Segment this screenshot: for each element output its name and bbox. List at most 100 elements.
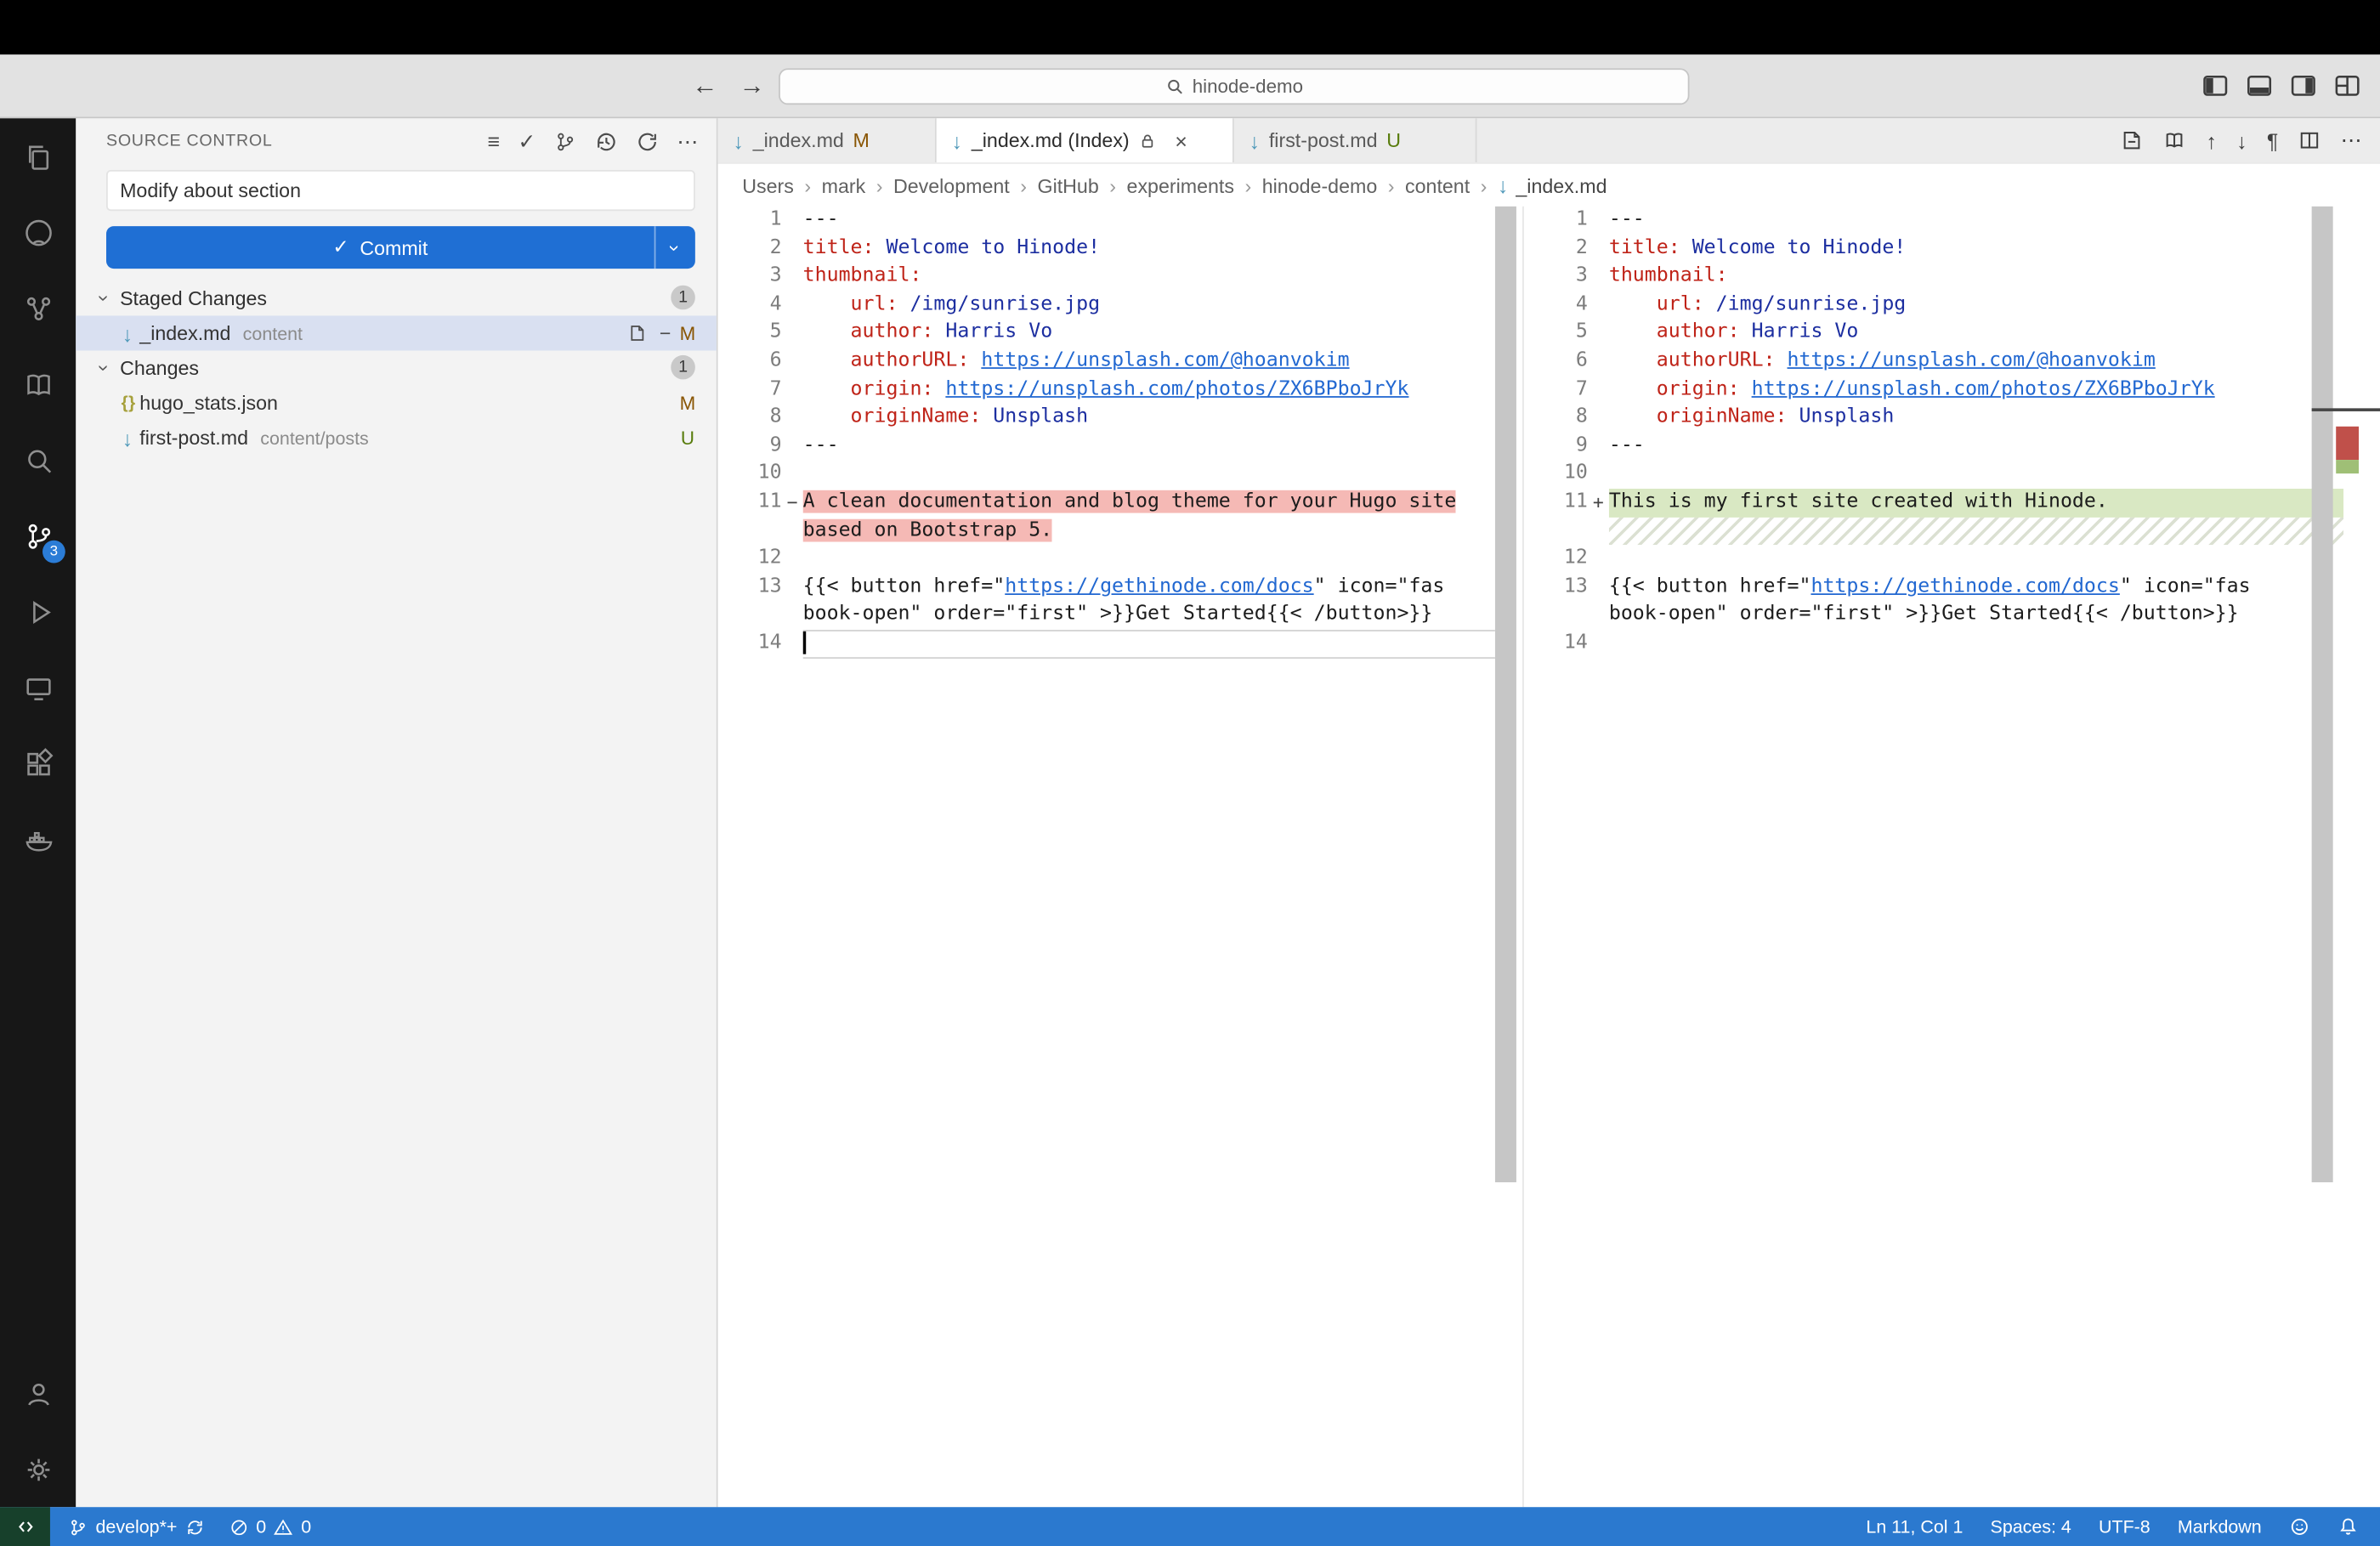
code-line[interactable]: A clean documentation and blog theme for… [803,489,1495,517]
toggle-panel-icon[interactable] [2245,71,2274,100]
left-scrollbar-thumb[interactable] [1495,207,1516,1182]
encoding[interactable]: UTF-8 [2099,1516,2150,1538]
open-file-icon[interactable] [627,323,647,343]
code-content[interactable]: ---title: Welcome to Hinode!thumbnail: u… [803,207,1495,1507]
more-actions-icon[interactable]: ⋯ [677,128,698,154]
tab-first-post-md[interactable]: ↓ first-post.md U [1234,118,1477,162]
feedback-icon[interactable] [2289,1516,2310,1538]
code-line[interactable]: originName: Unsplash [803,404,1495,432]
changed-file-row[interactable]: { } hugo_stats.json M [76,386,717,421]
breadcrumb-item[interactable]: Development [893,173,1010,196]
code-line[interactable]: url: /img/sunrise.jpg [1609,291,2343,319]
code-content[interactable]: ---title: Welcome to Hinode!thumbnail: u… [1609,207,2343,1507]
branch-indicator[interactable]: develop*+ [68,1516,204,1538]
code-line[interactable] [803,630,1495,658]
book-icon[interactable] [0,346,76,422]
language-mode[interactable]: Markdown [2178,1516,2262,1538]
breadcrumb-item[interactable]: hinode-demo [1262,173,1378,196]
sync-icon[interactable] [184,1517,204,1537]
unstage-icon[interactable]: − [660,322,672,345]
next-change-icon[interactable]: ↓ [2236,128,2247,153]
source-control-icon[interactable]: 3 [0,498,76,574]
code-line[interactable]: authorURL: https://unsplash.com/@hoanvok… [1609,348,2343,376]
markdown-preview-icon[interactable] [2163,129,2186,152]
code-line[interactable]: url: /img/sunrise.jpg [803,291,1495,319]
commit-all-icon[interactable]: ✓ [518,128,536,154]
refresh-icon[interactable] [636,130,659,153]
code-line[interactable]: origin: https://unsplash.com/photos/ZX6B… [1609,376,2343,404]
view-changes-icon[interactable]: ≡ [487,129,500,154]
tab-index-md[interactable]: ↓ _index.md M [718,118,937,162]
code-line[interactable]: title: Welcome to Hinode! [1609,235,2343,263]
breadcrumb-item[interactable]: Users [742,173,794,196]
code-line[interactable] [803,461,1495,489]
open-changes-icon[interactable] [2121,129,2144,152]
code-line[interactable]: originName: Unsplash [1609,404,2343,432]
breadcrumb-item[interactable]: content [1405,173,1470,196]
code-line[interactable]: {{< button href="https://gethinode.com/d… [803,573,1495,601]
render-whitespace-icon[interactable]: ¶ [2267,128,2278,153]
indentation[interactable]: Spaces: 4 [1991,1516,2071,1538]
more-actions-icon[interactable]: ⋯ [2341,127,2362,153]
code-line[interactable] [1609,461,2343,489]
problems-indicator[interactable]: 0 0 [229,1516,311,1538]
code-line[interactable]: thumbnail: [1609,263,2343,291]
back-button[interactable]: ← [692,71,717,101]
code-line[interactable]: origin: https://unsplash.com/photos/ZX6B… [803,376,1495,404]
code-line[interactable]: --- [803,432,1495,460]
cursor-position[interactable]: Ln 11, Col 1 [1866,1516,1963,1538]
split-editor-icon[interactable] [2298,129,2321,152]
toggle-secondary-sidebar-icon[interactable] [2289,71,2318,100]
code-line[interactable]: --- [1609,432,2343,460]
code-line[interactable]: This is my first site created with Hinod… [1609,489,2343,517]
remote-explorer-icon[interactable] [0,649,76,725]
explorer-icon[interactable] [0,118,76,194]
command-center-search[interactable]: hinode-demo [779,68,1689,105]
account-icon[interactable] [0,1356,76,1431]
changed-file-row[interactable]: ↓ first-post.md content/posts U [76,421,717,456]
references-icon[interactable] [0,270,76,346]
right-scrollbar-thumb[interactable] [2312,207,2333,1182]
breadcrumb-item[interactable]: mark [822,173,866,196]
code-line[interactable]: --- [1609,207,2343,235]
bell-icon[interactable] [2338,1516,2359,1538]
staged-changes-header[interactable]: › Staged Changes 1 [76,280,717,315]
code-line[interactable]: book-open" order="first" >}}Get Started{… [803,602,1495,630]
code-line[interactable]: based on Bootstrap 5. [803,517,1495,545]
forward-button[interactable]: → [740,71,765,101]
github-icon[interactable] [0,195,76,270]
code-line[interactable]: author: Harris Vo [1609,320,2343,348]
code-line[interactable] [1609,545,2343,573]
commit-button[interactable]: ✓ Commit › [106,226,695,269]
extensions-icon[interactable] [0,726,76,801]
remote-indicator[interactable] [0,1507,50,1546]
code-line[interactable] [803,545,1495,573]
search-view-icon[interactable] [0,422,76,497]
code-line[interactable]: author: Harris Vo [803,320,1495,348]
commit-dropdown-button[interactable]: › [654,226,695,269]
staged-file-row[interactable]: ↓ _index.md content − M [76,315,717,350]
breadcrumb-item[interactable]: ↓ _index.md [1498,173,1607,198]
code-line[interactable]: book-open" order="first" >}}Get Started{… [1609,602,2343,630]
code-line[interactable]: thumbnail: [803,263,1495,291]
code-line[interactable]: --- [803,207,1495,235]
create-branch-icon[interactable] [554,130,577,153]
code-line[interactable]: {{< button href="https://gethinode.com/d… [1609,573,2343,601]
breadcrumb-item[interactable]: experiments [1127,173,1234,196]
toggle-primary-sidebar-icon[interactable] [2201,71,2230,100]
changes-header[interactable]: › Changes 1 [76,350,717,385]
code-line[interactable]: title: Welcome to Hinode! [803,235,1495,263]
run-debug-icon[interactable] [0,574,76,649]
code-line[interactable]: authorURL: https://unsplash.com/@hoanvok… [803,348,1495,376]
settings-gear-icon[interactable] [0,1431,76,1507]
customize-layout-icon[interactable] [2333,71,2362,100]
docker-icon[interactable] [0,801,76,877]
close-icon[interactable]: × [1175,128,1187,153]
tab-index-md-diff[interactable]: ↓ _index.md (Index) × [937,118,1234,162]
previous-change-icon[interactable]: ↑ [2206,128,2217,153]
history-icon[interactable] [595,130,618,153]
code-line[interactable] [1609,517,2343,545]
code-line[interactable] [1609,630,2343,658]
breadcrumb-item[interactable]: GitHub [1038,173,1099,196]
commit-message-input[interactable] [106,170,695,211]
